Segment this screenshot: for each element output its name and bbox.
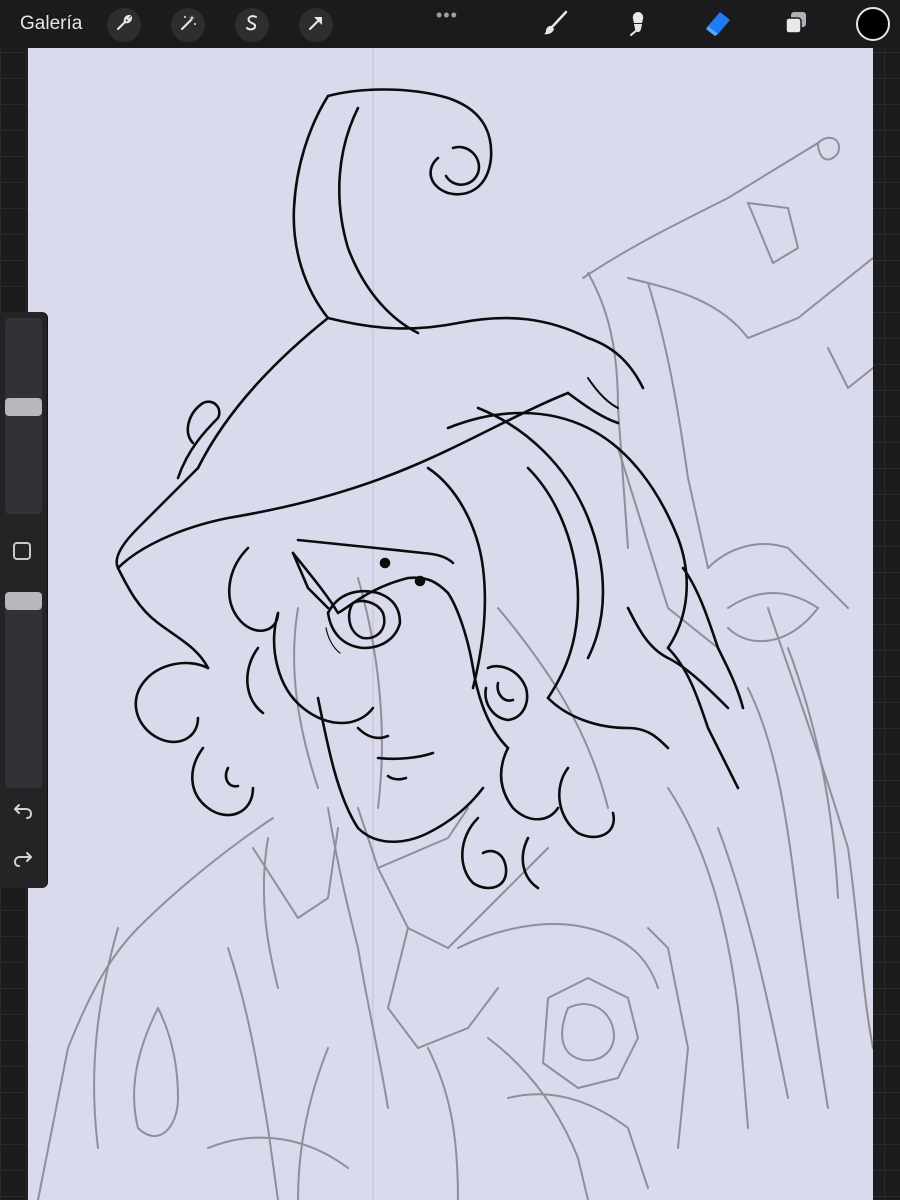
modify-button[interactable] — [13, 542, 31, 560]
lineart-layer — [115, 88, 745, 890]
brush-tool-button[interactable] — [537, 7, 573, 43]
left-sidebar — [0, 312, 47, 888]
gallery-button[interactable]: Galería — [20, 12, 82, 36]
more-options-dots[interactable]: ••• — [436, 5, 458, 26]
layers-icon — [782, 9, 810, 42]
undo-icon — [12, 799, 34, 826]
transform-arrow-icon — [306, 13, 326, 38]
top-toolbar: Galería ••• — [0, 0, 900, 48]
selection-button[interactable] — [235, 8, 269, 42]
undo-button[interactable] — [11, 800, 35, 824]
sketch-layer — [37, 136, 873, 1200]
brush-size-thumb[interactable] — [5, 398, 42, 417]
drawing-canvas[interactable] — [28, 48, 873, 1200]
brush-icon — [541, 9, 569, 42]
smudge-icon — [624, 9, 652, 42]
selection-s-icon — [242, 13, 262, 38]
color-picker-swatch[interactable] — [856, 7, 890, 41]
smudge-tool-button[interactable] — [620, 7, 656, 43]
wrench-icon — [114, 13, 134, 38]
opacity-slider[interactable] — [5, 592, 42, 788]
eraser-tool-button[interactable] — [700, 7, 736, 43]
transform-button[interactable] — [299, 8, 333, 42]
artwork — [37, 48, 873, 1200]
eraser-icon — [703, 9, 733, 42]
redo-button[interactable] — [11, 848, 35, 872]
opacity-thumb[interactable] — [5, 592, 42, 610]
redo-icon — [12, 847, 34, 874]
adjustments-button[interactable] — [171, 8, 205, 42]
procreate-app: Galería ••• — [0, 0, 900, 1200]
layers-button[interactable] — [778, 7, 814, 43]
magic-wand-icon — [178, 13, 198, 38]
actions-button[interactable] — [107, 8, 141, 42]
